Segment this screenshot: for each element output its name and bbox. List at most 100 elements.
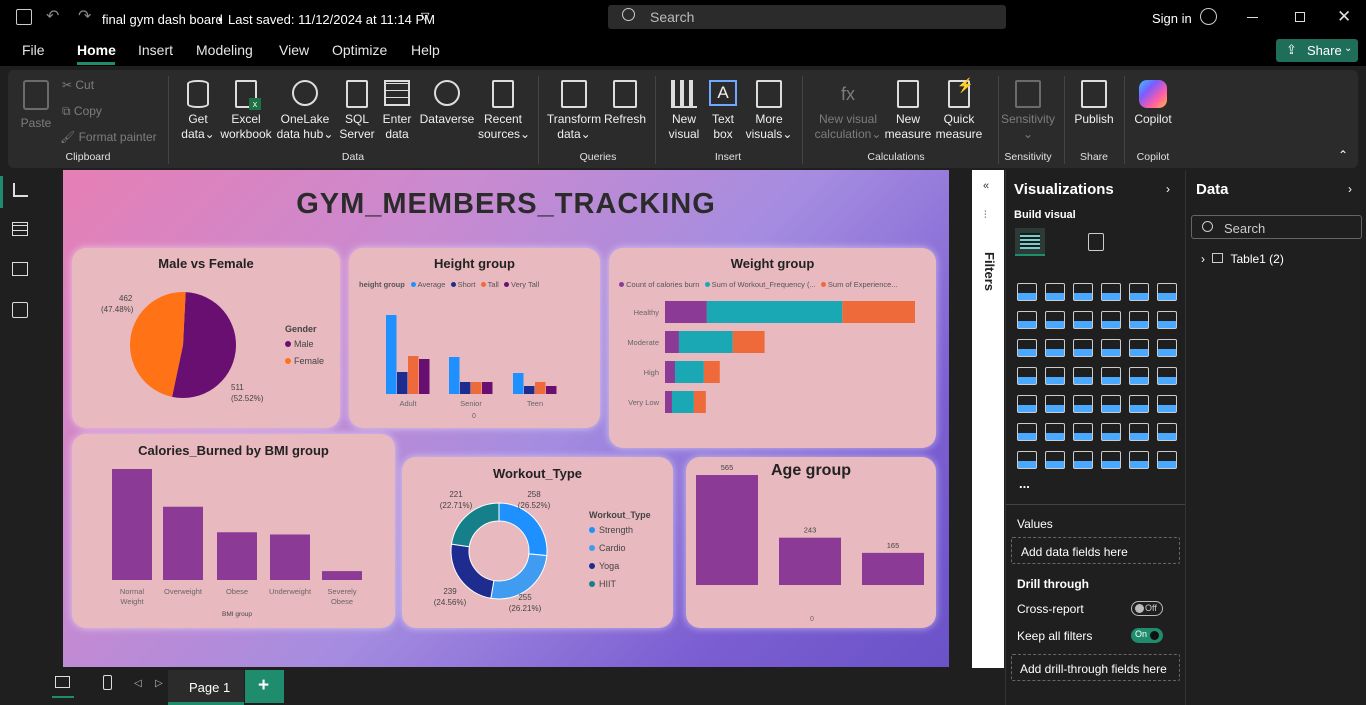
- drill-through-drop-zone[interactable]: Add drill-through fields here: [1011, 654, 1180, 681]
- height-bar-chart[interactable]: Adult Senior Teen 0: [349, 248, 600, 428]
- copy-button[interactable]: ⧉ Copy: [62, 104, 102, 119]
- more-visuals-button[interactable]: More visuals⌄: [744, 80, 794, 142]
- collapse-ribbon-icon[interactable]: ⌃: [1338, 148, 1348, 162]
- share-button[interactable]: ⇪ Share ⌄: [1276, 39, 1358, 62]
- dataverse-button[interactable]: Dataverse: [418, 80, 476, 127]
- new-visual-calculation-button[interactable]: fx New visual calculation⌄: [812, 80, 884, 142]
- publish-button[interactable]: Publish: [1070, 80, 1118, 127]
- column-combo-icon[interactable]: [1045, 339, 1065, 357]
- menu-modeling[interactable]: Modeling: [196, 42, 253, 58]
- height-card[interactable]: Height group height group Average Short …: [349, 248, 600, 428]
- card-icon[interactable]: [1157, 367, 1177, 385]
- maximize-icon[interactable]: [1295, 12, 1305, 22]
- text-box-button[interactable]: A Text box: [706, 80, 740, 142]
- copilot-button[interactable]: Copilot: [1128, 80, 1178, 127]
- gender-card[interactable]: Male vs Female 511 (52.52%) 462 (47.48%) Ge…: [72, 248, 340, 428]
- area-icon[interactable]: [1045, 311, 1065, 329]
- cross-report-toggle[interactable]: Off: [1131, 601, 1163, 616]
- age-bar-chart[interactable]: 565 243 165 0: [686, 457, 936, 628]
- format-painter-button[interactable]: 🖌 Format painter: [60, 130, 157, 145]
- gender-pie-chart[interactable]: 511 (52.52%) 462 (47.48%): [72, 248, 340, 428]
- key-influencers-icon[interactable]: [1045, 423, 1065, 441]
- sign-in-link[interactable]: Sign in: [1152, 11, 1192, 26]
- menu-optimize[interactable]: Optimize: [332, 42, 387, 58]
- keep-filters-toggle[interactable]: On: [1131, 628, 1163, 643]
- filters-pane-collapsed[interactable]: « ⫶ Filters: [972, 170, 1004, 668]
- enter-data-button[interactable]: Enter data: [378, 80, 416, 142]
- quick-measure-button[interactable]: ⚡ Quick measure: [934, 78, 984, 142]
- arrows-icon[interactable]: [1157, 451, 1177, 469]
- line-stacked-column-icon[interactable]: [1017, 339, 1037, 357]
- legend-female[interactable]: Female: [285, 356, 324, 366]
- table1-item[interactable]: › Table1 (2): [1201, 252, 1284, 266]
- menu-view[interactable]: View: [279, 42, 309, 58]
- data-search-input[interactable]: Search: [1191, 215, 1362, 239]
- sql-server-button[interactable]: SQL Server: [338, 80, 376, 142]
- bmi-bar-chart[interactable]: NormalWeight Overweight Obese Underweight Se…: [72, 434, 395, 628]
- collapse-viz-icon[interactable]: ›: [1166, 182, 1170, 196]
- dax-query-view-icon[interactable]: [12, 302, 28, 318]
- line-column-icon[interactable]: [1157, 311, 1177, 329]
- diamond-icon[interactable]: [1129, 451, 1149, 469]
- azure-map-icon[interactable]: [1101, 367, 1121, 385]
- filled-map-icon[interactable]: [1073, 367, 1093, 385]
- refresh-button[interactable]: Refresh: [604, 80, 646, 127]
- table-icon[interactable]: [1101, 395, 1121, 413]
- menu-home[interactable]: Home: [77, 42, 116, 58]
- bmi-card[interactable]: Calories_Burned by BMI group Normal Weigh…: [72, 434, 395, 628]
- close-icon[interactable]: ✕: [1337, 7, 1351, 27]
- format-visual-tab[interactable]: [1082, 228, 1112, 256]
- multi-row-card-icon[interactable]: [1017, 395, 1037, 413]
- search-box[interactable]: Search: [608, 5, 1006, 29]
- legend-yoga[interactable]: Yoga: [589, 561, 619, 571]
- add-page-button[interactable]: +: [245, 670, 284, 703]
- weight-bar-chart[interactable]: Healthy Moderate High Very Low: [609, 248, 936, 448]
- more-visuals-ellipsis[interactable]: ...: [1019, 476, 1030, 491]
- report-view-icon[interactable]: [13, 183, 28, 197]
- clustered-bar-icon[interactable]: [1073, 283, 1093, 301]
- model-view-icon[interactable]: [12, 262, 28, 276]
- funnel-icon[interactable]: [1073, 339, 1093, 357]
- paginated-icon[interactable]: [1017, 451, 1037, 469]
- stacked-bar-icon[interactable]: [1017, 283, 1037, 301]
- build-visual-tab[interactable]: [1015, 228, 1045, 256]
- page-tab-1[interactable]: Page 1: [168, 670, 244, 705]
- legend-hiit[interactable]: HIIT: [589, 579, 616, 589]
- new-measure-button[interactable]: New measure: [884, 80, 932, 142]
- prev-page-icon[interactable]: ◁: [134, 678, 142, 689]
- python-visual-icon[interactable]: [1017, 423, 1037, 441]
- legend-cardio[interactable]: Cardio: [589, 543, 626, 553]
- gauge-icon[interactable]: [1129, 367, 1149, 385]
- menu-insert[interactable]: Insert: [138, 42, 173, 58]
- treemap-icon[interactable]: [1017, 367, 1037, 385]
- user-icon[interactable]: [1200, 8, 1217, 25]
- age-card[interactable]: Age group 565 243 165 0: [686, 457, 936, 628]
- slicer-icon[interactable]: [1073, 395, 1093, 413]
- ribbon-icon[interactable]: [1101, 311, 1121, 329]
- sensitivity-button[interactable]: Sensitivity ⌄: [998, 80, 1058, 142]
- qa-icon[interactable]: [1101, 423, 1121, 441]
- desktop-layout-icon[interactable]: [55, 676, 70, 688]
- excel-workbook-button[interactable]: x Excel workbook: [218, 80, 274, 142]
- mobile-layout-icon[interactable]: [103, 675, 112, 690]
- matrix-icon[interactable]: [1129, 395, 1149, 413]
- next-page-icon[interactable]: ▷: [155, 678, 163, 689]
- r-visual-icon[interactable]: [1157, 395, 1177, 413]
- weight-card[interactable]: Weight group Count of calories burn Sum …: [609, 248, 936, 448]
- legend-strength[interactable]: Strength: [589, 525, 633, 535]
- stacked-column-icon[interactable]: [1045, 283, 1065, 301]
- stacked-area-icon[interactable]: [1073, 311, 1093, 329]
- new-visual-button[interactable]: New visual: [664, 80, 704, 142]
- 100-bar-icon[interactable]: [1129, 283, 1149, 301]
- line-icon[interactable]: [1017, 311, 1037, 329]
- kpi-icon[interactable]: [1045, 395, 1065, 413]
- goals-icon[interactable]: [1157, 423, 1177, 441]
- power-automate-icon[interactable]: [1073, 451, 1093, 469]
- collapse-data-icon[interactable]: ›: [1348, 182, 1352, 196]
- recent-sources-button[interactable]: Recent sources⌄: [478, 80, 530, 142]
- 100-column-icon[interactable]: [1157, 283, 1177, 301]
- legend-male[interactable]: Male: [285, 339, 314, 349]
- donut-icon[interactable]: [1157, 339, 1177, 357]
- narrative-icon[interactable]: [1101, 451, 1121, 469]
- cut-button[interactable]: ✂ Cut: [62, 78, 94, 93]
